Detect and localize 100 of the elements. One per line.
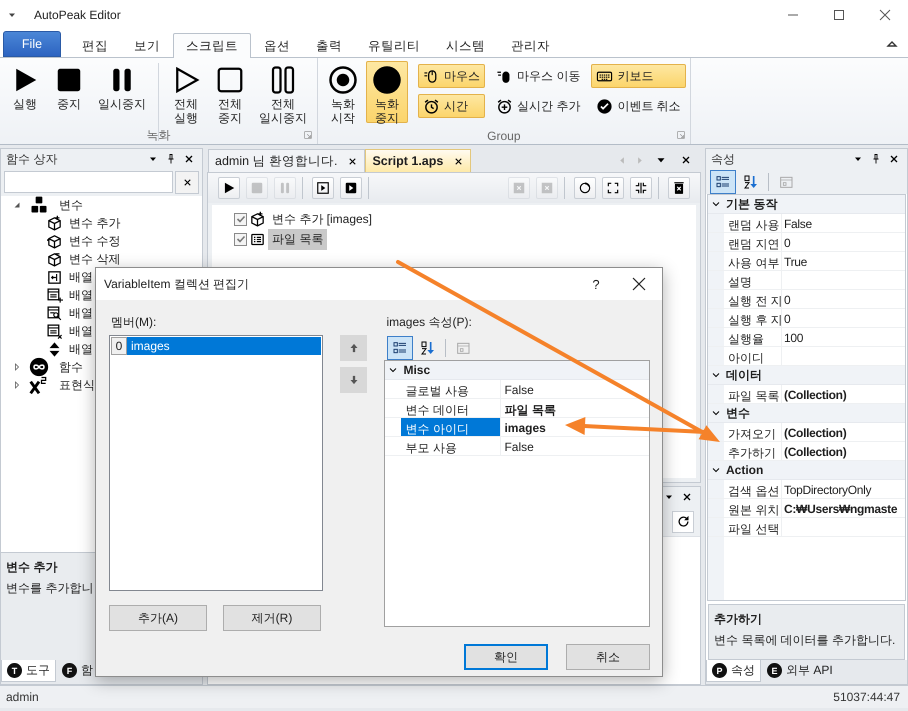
property-value[interactable]: False [501, 437, 649, 455]
panel-tab[interactable]: P 속성 [706, 660, 761, 682]
tree-item[interactable]: 배열 [69, 268, 93, 286]
property-value[interactable]: False [501, 380, 649, 398]
toolbar-button[interactable] [340, 177, 362, 199]
ribbon-tab[interactable]: 출력 [303, 33, 355, 58]
ribbon-button[interactable]: 녹화 시작 [322, 61, 364, 123]
ribbon-button[interactable]: 전체 실행 [165, 61, 207, 123]
ribbon-button[interactable]: 시간 [418, 94, 485, 118]
ribbon-button[interactable]: 실행 [4, 61, 46, 123]
property-name[interactable]: 변수 데이터 [401, 399, 502, 417]
ribbon-button[interactable]: 이벤트 취소 [591, 94, 686, 118]
tree-item[interactable]: 배열 [69, 340, 93, 358]
ribbon-button[interactable]: 마우스 이동 [491, 64, 586, 88]
property-value[interactable]: TopDirectoryOnly [782, 480, 905, 498]
property-name[interactable]: 랜덤 지연 [724, 233, 782, 251]
document-tab[interactable]: Script 1.aps [365, 149, 472, 172]
property-name[interactable]: 파일 선택 [724, 518, 782, 536]
ribbon-button[interactable]: 전체 중지 [209, 61, 251, 123]
toolbar-button[interactable] [312, 177, 334, 199]
ribbon-tab[interactable]: 보기 [121, 33, 173, 58]
document-tab[interactable]: admin 님 환영합니다. [208, 149, 366, 172]
property-name[interactable]: 실행 전 지 [724, 290, 782, 308]
property-value[interactable]: 0 [782, 290, 905, 308]
script-step[interactable]: 변수 추가 [images] [268, 208, 376, 230]
search-field[interactable] [4, 171, 173, 193]
ribbon-tab[interactable]: 시스템 [433, 33, 498, 58]
property-value[interactable]: (Collection) [782, 423, 905, 441]
ribbon-button[interactable]: 일시중지 [92, 61, 152, 123]
tree-item[interactable]: 변수 삭제 [69, 250, 120, 268]
property-value[interactable]: 0 [782, 309, 905, 327]
property-name[interactable]: 파일 목록 [724, 385, 782, 403]
toolbar-button[interactable] [574, 177, 596, 199]
move-down-button[interactable] [340, 367, 368, 393]
tree-item[interactable]: 배열 [69, 286, 93, 304]
property-name[interactable]: 추가하기 [724, 442, 782, 460]
dialog-button[interactable]: 취소 [566, 644, 650, 670]
list-item[interactable]: images [127, 337, 321, 355]
property-value[interactable]: 0 [782, 233, 905, 251]
ribbon-tab[interactable]: 스크립트 [173, 33, 251, 58]
tree-item[interactable]: 변수 [59, 196, 83, 214]
refresh-button[interactable] [672, 510, 694, 532]
toolbar-button[interactable] [630, 177, 652, 199]
ribbon-tab[interactable]: 옵션 [251, 33, 303, 58]
property-name[interactable]: 부모 사용 [401, 437, 502, 455]
property-name[interactable]: 글로벌 사용 [401, 380, 502, 398]
checkbox[interactable] [234, 212, 247, 226]
ribbon-tab[interactable]: 편집 [69, 33, 121, 58]
property-name[interactable]: 사용 여부 [724, 252, 782, 270]
panel-tab[interactable]: E 외부 API [761, 660, 839, 682]
toolbar-button[interactable] [668, 177, 690, 199]
property-name[interactable]: 변수 아이디 [401, 418, 502, 436]
checkbox[interactable] [234, 232, 247, 246]
dialog-button[interactable]: 제거(R) [223, 605, 321, 631]
property-value[interactable]: (Collection) [782, 385, 905, 403]
tree-item[interactable]: 배열 [69, 322, 93, 340]
categorized-button[interactable] [387, 336, 414, 360]
property-name[interactable]: 원본 위치 [724, 499, 782, 517]
toolbar-button[interactable] [602, 177, 624, 199]
dialog-button[interactable]: 추가(A) [109, 605, 207, 631]
clear-search-button[interactable] [175, 171, 199, 194]
property-value[interactable]: False [782, 214, 905, 232]
ribbon-button[interactable]: 실시간 추가 [491, 94, 586, 118]
tree-item[interactable]: 함수 [59, 358, 83, 376]
property-value[interactable]: (Collection) [782, 442, 905, 460]
close-tab-button[interactable] [453, 156, 464, 166]
script-step[interactable]: 파일 목록 [268, 228, 328, 250]
property-name[interactable]: 실행 후 지 [724, 309, 782, 327]
ribbon-button[interactable]: 중지 [48, 61, 90, 123]
help-button[interactable]: ? [576, 276, 616, 292]
close-tab-button[interactable] [347, 156, 358, 166]
panel-tab[interactable]: T 도구 [1, 660, 56, 682]
property-value[interactable]: 100 [782, 328, 905, 346]
move-up-button[interactable] [340, 335, 368, 361]
ribbon-tab[interactable]: 관리자 [498, 33, 563, 58]
categorized-button[interactable] [710, 170, 736, 194]
tree-item[interactable]: 배열 [69, 304, 93, 322]
ribbon-button[interactable]: 전체 일시중지 [253, 61, 313, 123]
property-value[interactable]: 파일 목록 [501, 399, 649, 417]
property-value[interactable]: images [501, 418, 649, 436]
property-name[interactable]: 설명 [724, 271, 782, 289]
property-name[interactable]: 아이디 [724, 347, 782, 365]
members-list[interactable]: 0 images [109, 335, 323, 591]
toolbar-button[interactable] [218, 177, 240, 199]
ribbon-button[interactable]: 키보드 [591, 64, 686, 88]
property-value[interactable]: C:₩Users₩ngmaste [782, 499, 905, 517]
dialog-button[interactable]: 확인 [464, 644, 548, 670]
property-name[interactable]: 가져오기 [724, 423, 782, 441]
file-menu-button[interactable]: File [3, 31, 61, 57]
sort-az-icon [420, 340, 436, 356]
tree-item[interactable]: 변수 추가 [69, 214, 120, 232]
property-value[interactable]: True [782, 252, 905, 270]
ribbon-tab[interactable]: 유틸리티 [355, 33, 433, 58]
property-name[interactable]: 검색 옵션 [724, 480, 782, 498]
property-name[interactable]: 랜덤 사용 [724, 214, 782, 232]
ribbon-button[interactable]: 녹화 중지 [366, 61, 408, 123]
ribbon-button[interactable]: 마우스 [418, 64, 485, 88]
tree-item[interactable]: 표현식 [59, 376, 95, 394]
property-name[interactable]: 실행율 [724, 328, 782, 346]
tree-item[interactable]: 변수 수정 [69, 232, 120, 250]
